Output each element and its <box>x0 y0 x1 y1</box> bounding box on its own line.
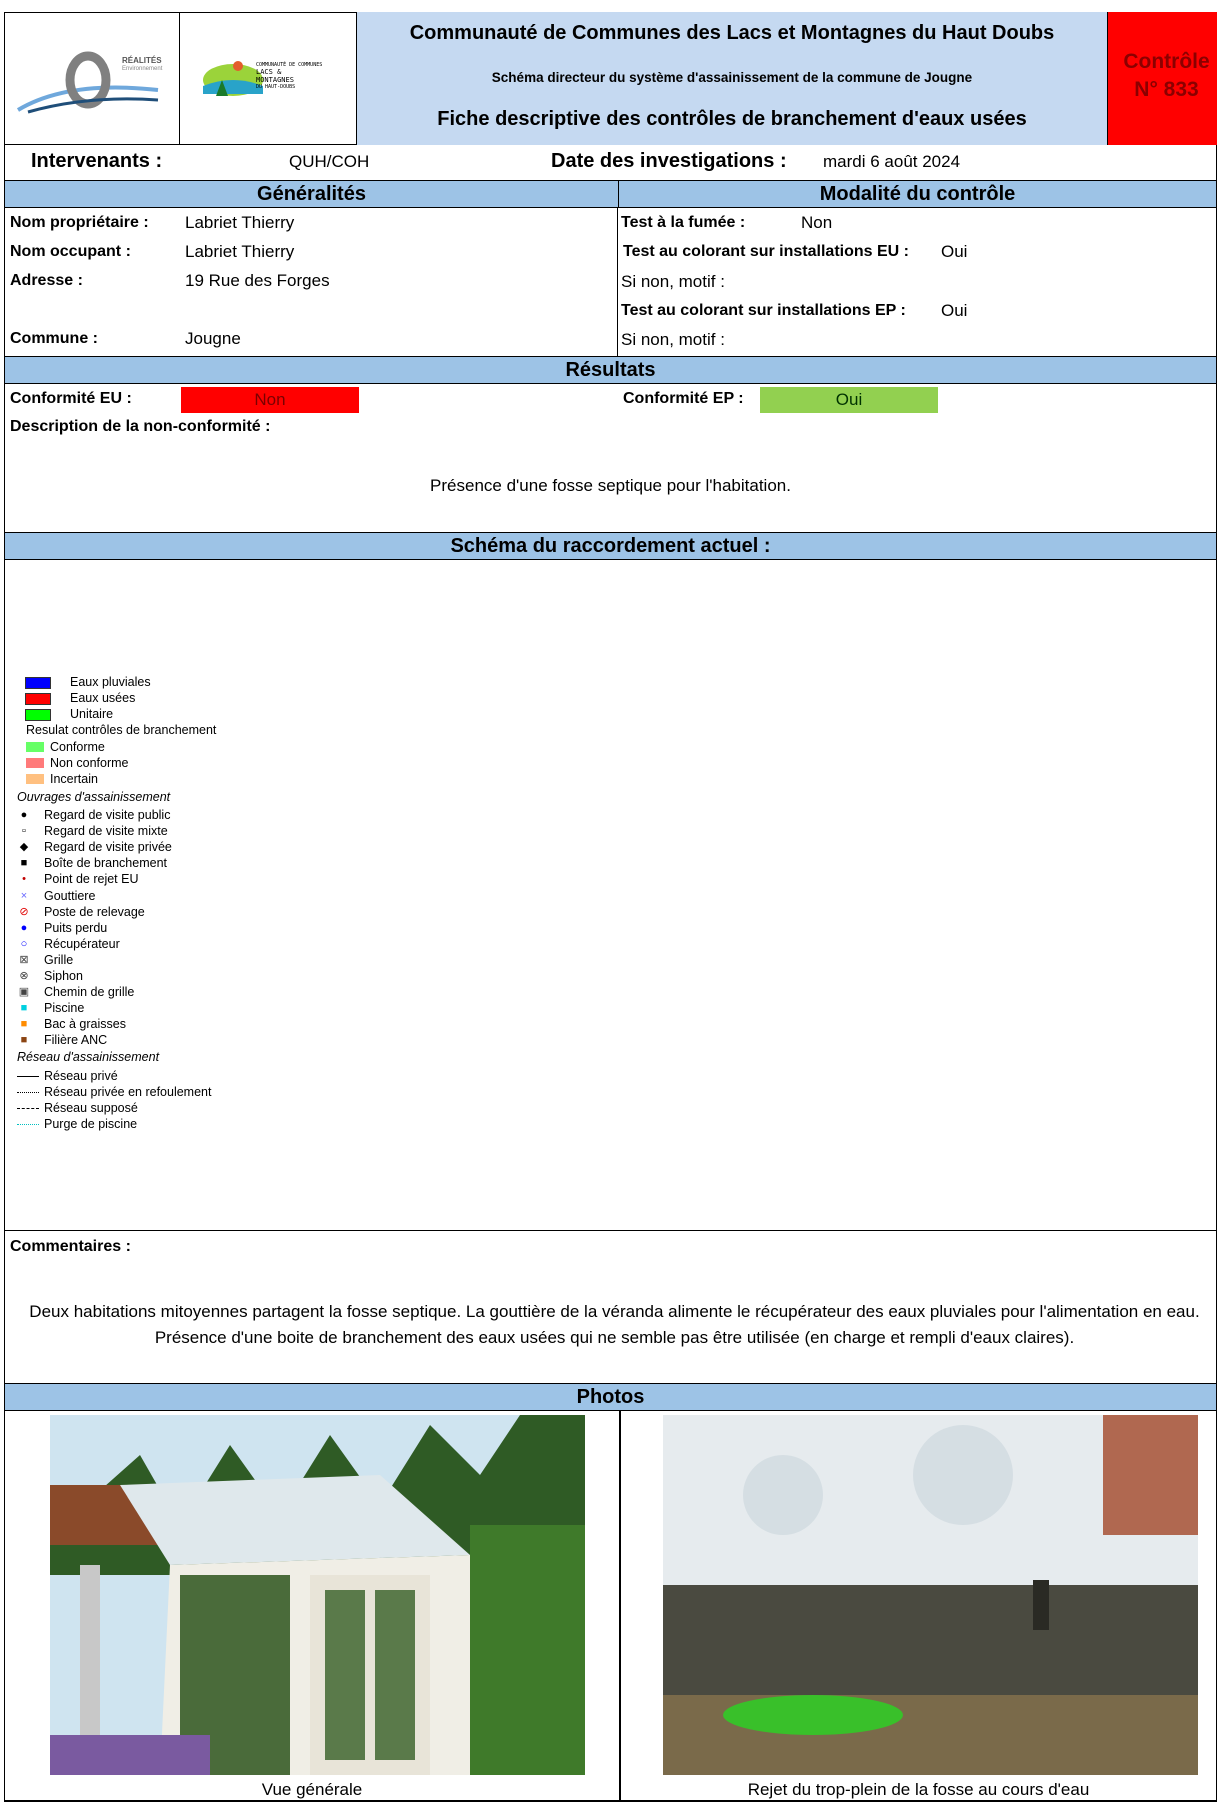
legend-swatch <box>25 693 51 705</box>
control-number-cell: Contrôle N° 833 <box>1108 12 1217 145</box>
legend-label: Filière ANC <box>44 1033 108 1048</box>
colorant-eu-label: Test au colorant sur installations EU : <box>623 243 909 260</box>
commentaires-text: Deux habitations mitoyennes partagent la… <box>29 1302 1200 1347</box>
colorant-ep-value: Oui <box>941 301 968 320</box>
cclmhd-logo-line4: DU HAUT-DOUBS <box>256 84 296 90</box>
legend-swatch <box>25 677 51 689</box>
commentaires-label: Commentaires : <box>10 1238 131 1255</box>
realites-logo-text: RÉALITÉS <box>122 56 162 65</box>
schema-band: Schéma du raccordement actuel : <box>4 532 1217 560</box>
resultats-band: Résultats <box>4 356 1217 384</box>
header-subtitle: Schéma directeur du système d'assainisse… <box>491 70 973 85</box>
adresse-label: Adresse : <box>10 272 83 289</box>
conformite-eu-value: Non <box>181 387 359 413</box>
commentaires-section: Commentaires : Deux habitations mitoyenn… <box>4 1230 1217 1383</box>
description-text: Présence d'une fosse septique pour l'hab… <box>430 476 791 495</box>
fumee-label: Test à la fumée : <box>621 214 746 231</box>
adresse-value: 19 Rue des Forges <box>185 271 330 290</box>
brown-square-icon: ■ <box>20 1034 28 1047</box>
intervenants-value: QUH/COH <box>289 152 370 171</box>
legend-ouvrages-title: Ouvrages d'assainissement <box>17 788 170 806</box>
legend-swatch <box>26 742 44 752</box>
realites-logo <box>16 51 159 114</box>
right-photo-caption: Rejet du trop-plein de la fosse au cours… <box>747 1780 1090 1799</box>
photos-band: Photos <box>4 1383 1217 1411</box>
legend: Eaux pluviales Eaux usées Unitaire Resulat … <box>5 560 405 1230</box>
header-title-cell: Communauté de Communes des Lacs et Monta… <box>357 12 1108 145</box>
photos-section: Vue générale Rejet du trop-plein de la f… <box>4 1411 1217 1802</box>
date-value: mardi 6 août 2024 <box>823 152 961 171</box>
left-photo-caption: Vue générale <box>261 1780 363 1799</box>
meta-row: Intervenants : QUH/COH Date des investig… <box>4 145 1217 180</box>
date-label: Date des investigations : <box>551 150 787 172</box>
legend-label: Réseau d'assainissement <box>17 1050 160 1064</box>
line-style-icon <box>17 1076 39 1077</box>
motif-eu: Si non, motif : <box>621 272 725 291</box>
commune-label: Commune : <box>10 330 98 347</box>
generalites-band: Généralités <box>4 180 618 208</box>
control-number: N° 833 <box>1134 78 1199 101</box>
line-style-icon <box>17 1092 39 1093</box>
conformite-eu-label: Conformité EU : <box>10 390 132 407</box>
photo-vue-generale <box>50 1415 585 1775</box>
legend-swatch <box>26 774 44 784</box>
legend-reseau-title: Réseau d'assainissement <box>17 1048 159 1066</box>
legend-label: Purge de piscine <box>44 1117 138 1131</box>
legend-label: Incertain <box>50 772 98 786</box>
line-style-icon <box>17 1124 39 1125</box>
photo-divider <box>619 1411 621 1802</box>
intervenants-label: Intervenants : <box>31 150 163 172</box>
commune-value: Jougne <box>185 329 241 348</box>
legend-label: Resulat contrôles de branchement <box>26 723 217 737</box>
legend-label: Ouvrages d'assainissement <box>17 790 171 804</box>
resultats-section: Conformité EU : Non Conformité EP : Oui … <box>4 384 1217 532</box>
logo-cell-cclmhd: COMMUNAUTÉ DE COMMUNES LACS & MONTAGNES … <box>180 12 357 145</box>
header-title: Communauté de Communes des Lacs et Monta… <box>409 22 1055 44</box>
colorant-ep-label: Test au colorant sur installations EP : <box>621 302 906 319</box>
conformite-ep-label: Conformité EP : <box>623 390 744 407</box>
proprietaire-value: Labriet Thierry <box>185 213 295 232</box>
header-heading: Fiche descriptive des contrôles de branc… <box>437 108 1027 130</box>
cclmhd-logo-line3: MONTAGNES <box>256 76 294 84</box>
generalites-section: Nom propriétaire : Labriet Thierry Nom o… <box>4 208 618 356</box>
motif-ep: Si non, motif : <box>621 330 725 349</box>
photo-rejet-trop-plein <box>663 1415 1198 1775</box>
logo-cell-realites: RÉALITÉS Environnement <box>4 12 180 145</box>
occupant-value: Labriet Thierry <box>185 242 295 261</box>
conformite-ep-value: Oui <box>760 387 938 413</box>
line-style-icon <box>17 1108 39 1109</box>
description-label: Description de la non-conformité : <box>10 418 271 435</box>
occupant-label: Nom occupant : <box>10 243 131 260</box>
schema-section: Eaux pluviales Eaux usées Unitaire Resulat … <box>4 560 1217 1230</box>
legend-swatch <box>25 709 51 721</box>
legend-swatch <box>26 758 44 768</box>
realites-logo-subtext: Environnement <box>122 66 163 72</box>
colorant-eu-value: Oui <box>941 242 968 261</box>
legend-result-title: Resulat contrôles de branchement <box>26 721 216 739</box>
cclmhd-logo-line2: LACS & <box>256 68 282 76</box>
control-label: Contrôle <box>1123 50 1210 73</box>
modalite-band: Modalité du contrôle <box>618 180 1217 208</box>
modalite-section: Test à la fumée : Non Test au colorant s… <box>618 208 1217 356</box>
proprietaire-label: Nom propriétaire : <box>10 214 149 231</box>
fumee-value: Non <box>801 213 833 232</box>
